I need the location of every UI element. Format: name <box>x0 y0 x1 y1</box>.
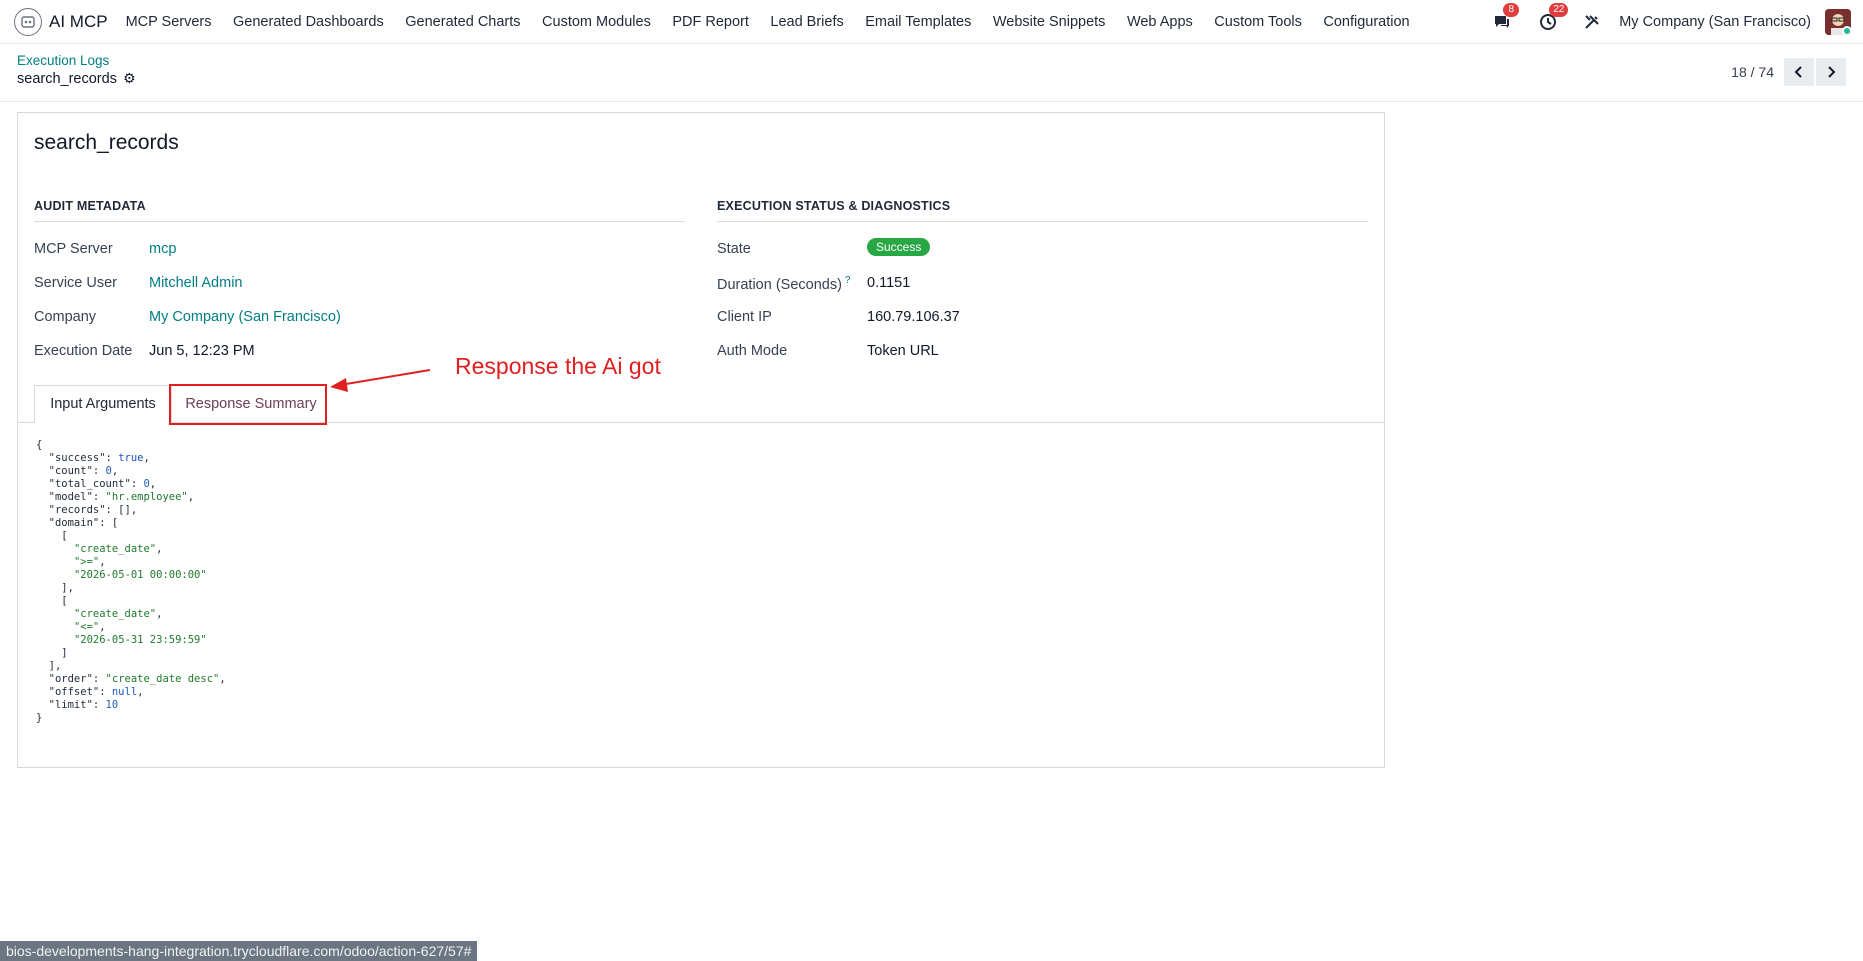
execution-date-value: Jun 5, 12:23 PM <box>149 343 255 359</box>
company-link[interactable]: My Company (San Francisco) <box>149 309 341 325</box>
client-ip-label: Client IP <box>717 309 772 325</box>
messages-icon[interactable]: 8 <box>1491 3 1520 33</box>
breadcrumb-current: search_records ⚙ <box>17 70 136 87</box>
state-label: State <box>717 241 751 257</box>
help-tooltip-icon[interactable]: ? <box>845 275 851 286</box>
state-status-badge: Success <box>867 238 931 256</box>
gear-icon[interactable]: ⚙ <box>123 70 136 87</box>
chevron-right-icon <box>1828 66 1836 78</box>
tab-input-arguments[interactable]: Input Arguments <box>34 385 172 423</box>
menu-custom-modules[interactable]: Custom Modules <box>542 14 651 30</box>
debug-tools-icon[interactable] <box>1581 11 1603 33</box>
audit-metadata-heading: AUDIT METADATA <box>34 199 685 222</box>
record-title: search_records <box>34 131 179 154</box>
service-user-label: Service User <box>34 275 117 291</box>
menu-mcp-servers[interactable]: MCP Servers <box>126 14 212 30</box>
client-ip-value: 160.79.106.37 <box>867 309 960 325</box>
menu-generated-dashboards[interactable]: Generated Dashboards <box>233 14 384 30</box>
execution-date-label: Execution Date <box>34 343 133 359</box>
annotation-highlight-box <box>169 384 327 425</box>
menu-generated-charts[interactable]: Generated Charts <box>405 14 520 30</box>
json-code-block: { "success": true, "count": 0, "total_co… <box>36 439 226 724</box>
control-panel: Execution Logs search_records ⚙ 18 / 74 <box>0 44 1863 102</box>
chevron-left-icon <box>1794 66 1802 78</box>
duration-label: Duration (Seconds)? <box>717 275 850 293</box>
duration-value: 0.1151 <box>867 275 911 291</box>
menu-web-apps[interactable]: Web Apps <box>1127 14 1193 30</box>
duration-label-text: Duration (Seconds) <box>717 276 842 293</box>
execution-status-heading: EXECUTION STATUS & DIAGNOSTICS <box>717 199 1368 222</box>
app-name[interactable]: AI MCP <box>49 12 108 32</box>
mcp-server-label: MCP Server <box>34 241 113 257</box>
breadcrumb-execution-logs[interactable]: Execution Logs <box>17 53 109 68</box>
messages-badge: 8 <box>1503 3 1520 17</box>
menu-email-templates[interactable]: Email Templates <box>865 14 971 30</box>
menu-configuration[interactable]: Configuration <box>1323 14 1409 30</box>
browser-status-bar: bios-developments-hang-integration.trycl… <box>0 941 478 961</box>
form-sheet: search_records AUDIT METADATA MCP Server… <box>17 112 1385 768</box>
pager-next-button[interactable] <box>1816 58 1846 86</box>
annotation-text: Response the Ai got <box>455 353 661 379</box>
menu-website-snippets[interactable]: Website Snippets <box>993 14 1106 30</box>
main-menu: MCP Servers Generated Dashboards Generat… <box>126 14 1432 30</box>
mcp-server-link[interactable]: mcp <box>149 241 176 257</box>
pager-previous-button[interactable] <box>1784 58 1814 86</box>
auth-mode-value: Token URL <box>867 343 939 359</box>
menu-lead-briefs[interactable]: Lead Briefs <box>770 14 843 30</box>
activities-clock-icon[interactable]: 22 <box>1537 3 1569 33</box>
pager-value[interactable]: 18 / 74 <box>1731 64 1774 80</box>
top-navbar: AI MCP MCP Servers Generated Dashboards … <box>0 0 1863 44</box>
auth-mode-label: Auth Mode <box>717 343 788 359</box>
pager: 18 / 74 <box>1731 58 1846 86</box>
menu-custom-tools[interactable]: Custom Tools <box>1214 14 1302 30</box>
online-status-dot <box>1842 26 1851 35</box>
systray: 8 22 My Company (San Francisco) <box>1491 0 1863 44</box>
ai-mcp-app-icon[interactable] <box>14 7 42 36</box>
activities-badge: 22 <box>1549 3 1569 17</box>
user-avatar[interactable] <box>1825 9 1851 35</box>
company-label: Company <box>34 309 97 325</box>
company-switcher[interactable]: My Company (San Francisco) <box>1619 14 1811 30</box>
menu-pdf-report[interactable]: PDF Report <box>672 14 749 30</box>
service-user-link[interactable]: Mitchell Admin <box>149 275 242 291</box>
breadcrumb-current-label: search_records <box>17 70 117 87</box>
